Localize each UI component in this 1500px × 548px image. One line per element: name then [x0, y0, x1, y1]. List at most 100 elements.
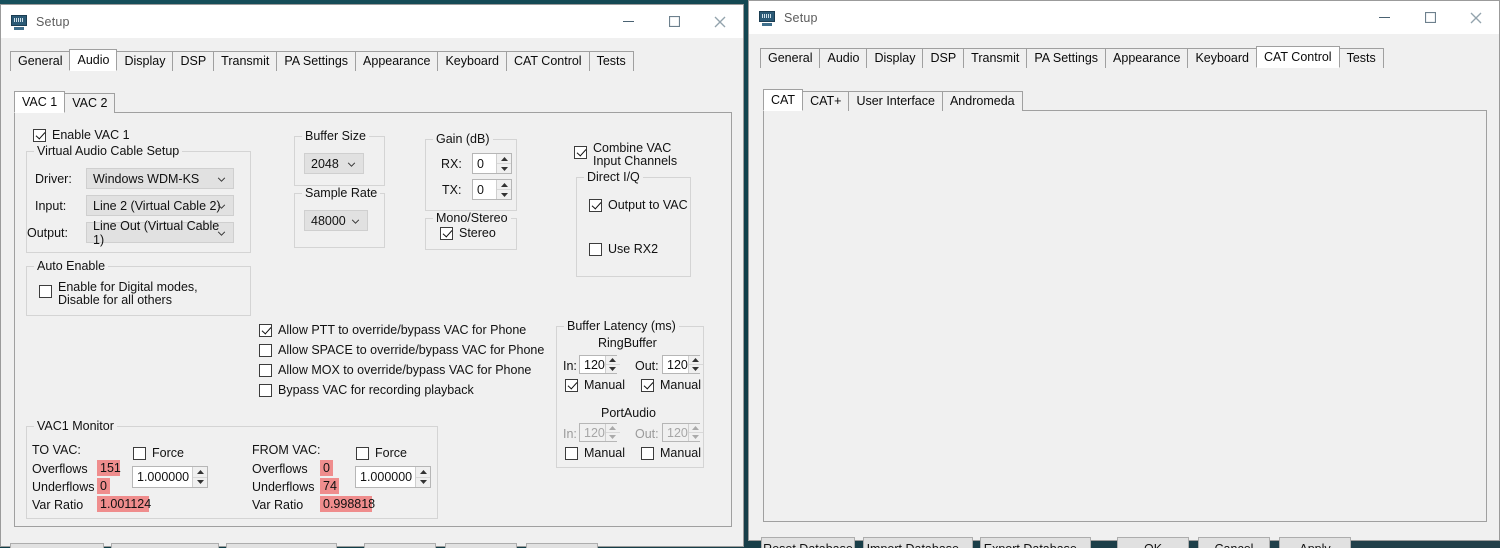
import-database-button[interactable]: Import Database...: [863, 537, 973, 548]
ring-in-manual-checkbox[interactable]: Manual: [565, 378, 625, 392]
sample-rate-select[interactable]: 48000: [304, 210, 368, 231]
input-select[interactable]: Line 2 (Virtual Cable 2): [86, 195, 234, 216]
stepper-up-icon[interactable]: [605, 356, 620, 365]
ok-button[interactable]: OK: [364, 543, 436, 548]
auto-enable-digital-checkbox[interactable]: Enable for Digital modes, Disable for al…: [39, 281, 239, 307]
stepper-down-icon[interactable]: [497, 164, 511, 173]
stepper-buttons[interactable]: [415, 467, 430, 487]
subtab-cat[interactable]: CAT: [763, 89, 804, 111]
stepper-up-icon[interactable]: [193, 467, 207, 478]
tab-cat-control[interactable]: CAT Control: [505, 51, 590, 71]
tab-pa-settings[interactable]: PA Settings: [1026, 48, 1107, 68]
maximize-icon[interactable]: [1407, 1, 1453, 34]
cancel-button[interactable]: Cancel: [445, 543, 517, 548]
apply-button[interactable]: Apply: [526, 543, 598, 548]
stepper-down-icon[interactable]: [416, 478, 430, 488]
allow-ptt-override-checkbox[interactable]: Allow PTT to override/bypass VAC for Pho…: [259, 323, 526, 337]
enable-vac1-checkbox[interactable]: Enable VAC 1: [33, 128, 130, 142]
stepper-down-icon[interactable]: [606, 365, 620, 373]
reset-database-button[interactable]: Reset Database: [10, 543, 104, 548]
bypass-vac-recording-checkbox[interactable]: Bypass VAC for recording playback: [259, 383, 474, 397]
from-vac-force-checkbox[interactable]: Force: [356, 446, 407, 460]
allow-mox-override-checkbox[interactable]: Allow MOX to override/bypass VAC for Pho…: [259, 363, 531, 377]
tab-appearance[interactable]: Appearance: [355, 51, 439, 71]
ok-button[interactable]: OK: [1117, 537, 1189, 548]
tab-keyboard[interactable]: Keyboard: [437, 51, 507, 71]
input-value: Line 2 (Virtual Cable 2): [93, 198, 221, 213]
tab-display[interactable]: Display: [116, 51, 174, 71]
tab-transmit[interactable]: Transmit: [963, 48, 1028, 68]
subtab-andromeda[interactable]: Andromeda: [941, 91, 1023, 111]
apply-button[interactable]: Apply: [1279, 537, 1351, 548]
stepper-buttons[interactable]: [192, 467, 207, 487]
close-icon[interactable]: [1453, 1, 1499, 34]
driver-select[interactable]: Windows WDM-KS: [86, 168, 234, 189]
tab-tests[interactable]: Tests: [588, 51, 634, 71]
use-rx2-checkbox[interactable]: Use RX2: [589, 242, 658, 256]
stepper-up-icon[interactable]: [497, 154, 511, 164]
stepper-up-icon[interactable]: [497, 180, 511, 190]
subtab-vac2[interactable]: VAC 2: [64, 93, 116, 113]
stepper-down-icon[interactable]: [497, 190, 511, 199]
tab-general[interactable]: General: [10, 51, 71, 71]
stepper-up-icon[interactable]: [605, 424, 620, 433]
stepper-down-icon[interactable]: [689, 433, 703, 441]
buffer-size-select[interactable]: 2048: [304, 153, 364, 174]
maximize-icon[interactable]: [651, 5, 697, 38]
tab-pa-settings[interactable]: PA Settings: [276, 51, 357, 71]
tab-general[interactable]: General: [760, 48, 821, 68]
to-vac-force-checkbox[interactable]: Force: [133, 446, 184, 460]
stepper-down-icon[interactable]: [606, 433, 620, 441]
gain-rx-stepper[interactable]: 0: [472, 153, 512, 174]
combine-vac-checkbox[interactable]: Combine VAC Input Channels: [574, 142, 714, 168]
stepper-up-icon[interactable]: [416, 467, 430, 478]
port-out-stepper[interactable]: 120: [662, 423, 703, 442]
minimize-icon[interactable]: [1361, 1, 1407, 34]
gain-tx-stepper[interactable]: 0: [472, 179, 512, 200]
allow-space-override-checkbox[interactable]: Allow SPACE to override/bypass VAC for P…: [259, 343, 544, 357]
port-in-manual-checkbox[interactable]: Manual: [565, 446, 625, 460]
export-database-button[interactable]: Export Database...: [980, 537, 1091, 548]
stepper-buttons[interactable]: [496, 154, 511, 173]
stepper-buttons[interactable]: [604, 356, 620, 373]
tab-audio[interactable]: Audio: [819, 48, 868, 68]
tab-display[interactable]: Display: [866, 48, 924, 68]
close-icon[interactable]: [697, 5, 743, 38]
ring-out-manual-checkbox[interactable]: Manual: [641, 378, 701, 392]
port-in-stepper[interactable]: 120: [579, 423, 620, 442]
stereo-checkbox[interactable]: Stereo: [440, 226, 496, 240]
minimize-icon[interactable]: [605, 5, 651, 38]
tab-dsp[interactable]: DSP: [922, 48, 965, 68]
tab-transmit[interactable]: Transmit: [213, 51, 278, 71]
export-database-button[interactable]: Export Database...: [226, 543, 337, 548]
stepper-down-icon[interactable]: [193, 478, 207, 488]
ring-out-stepper[interactable]: 120: [662, 355, 703, 374]
subtab-vac1[interactable]: VAC 1: [14, 91, 66, 113]
output-to-vac-checkbox[interactable]: Output to VAC: [589, 198, 688, 212]
tab-dsp[interactable]: DSP: [172, 51, 215, 71]
stepper-buttons[interactable]: [604, 424, 620, 441]
import-database-button[interactable]: Import Database...: [111, 543, 219, 548]
to-vac-ratio-stepper[interactable]: 1.000000: [132, 466, 208, 488]
stepper-up-icon[interactable]: [688, 424, 703, 433]
output-select[interactable]: Line Out (Virtual Cable 1): [86, 219, 234, 247]
stepper-buttons[interactable]: [496, 180, 511, 199]
port-out-manual-checkbox[interactable]: Manual: [641, 446, 701, 460]
stepper-down-icon[interactable]: [689, 365, 703, 373]
subtab-cat-plus[interactable]: CAT+: [802, 91, 850, 111]
tab-audio[interactable]: Audio: [69, 49, 118, 71]
tab-appearance[interactable]: Appearance: [1105, 48, 1189, 68]
driver-value: Windows WDM-KS: [93, 171, 200, 186]
tab-cat-control[interactable]: CAT Control: [1255, 46, 1340, 68]
tab-tests[interactable]: Tests: [1338, 48, 1384, 68]
stepper-buttons[interactable]: [687, 356, 703, 373]
tab-keyboard[interactable]: Keyboard: [1187, 48, 1257, 68]
subtab-user-interface[interactable]: User Interface: [848, 91, 943, 111]
cancel-button[interactable]: Cancel: [1198, 537, 1270, 548]
desktop-background: Setup General Audio Display DSP Transmit…: [0, 0, 1500, 548]
stepper-buttons[interactable]: [687, 424, 703, 441]
from-vac-ratio-stepper[interactable]: 1.000000: [355, 466, 431, 488]
stepper-up-icon[interactable]: [688, 356, 703, 365]
reset-database-button[interactable]: Reset Database: [761, 537, 855, 548]
ring-in-stepper[interactable]: 120: [579, 355, 620, 374]
